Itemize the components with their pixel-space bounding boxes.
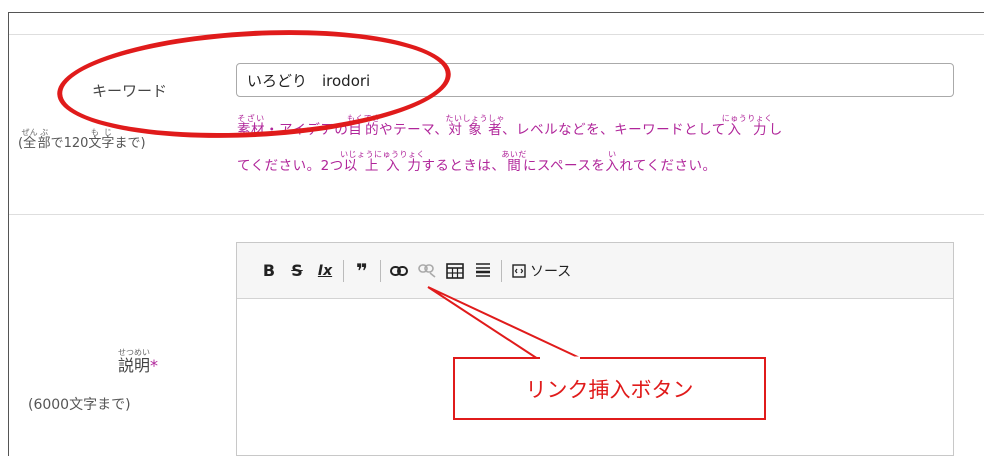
keyword-input[interactable] <box>236 63 954 97</box>
source-button[interactable]: ソース <box>506 261 577 281</box>
rich-text-editor: B S Ix ❞ ソース <box>236 242 954 456</box>
toolbar-separator <box>501 259 502 282</box>
toolbar-separator <box>343 259 344 282</box>
keyword-hint-bu: 部ぶ <box>37 128 51 151</box>
keyword-help-text: 素材そざい・アイデアの目的もくてきやテーマ、対象者たいしょうしゃ、レベルなどを、… <box>237 114 783 174</box>
strikethrough-button[interactable]: S <box>283 257 311 285</box>
keyword-hint-moji: 文字もじ <box>88 128 115 151</box>
link-icon <box>390 265 408 276</box>
callout-box: リンク挿入ボタン <box>453 357 766 420</box>
clear-format-button[interactable]: Ix <box>311 257 339 285</box>
keyword-hint-zen: 全ぜん <box>21 128 38 151</box>
source-icon <box>512 263 526 278</box>
row-divider-top <box>9 34 984 35</box>
horizontal-rule-icon <box>476 262 490 277</box>
unlink-button[interactable] <box>413 257 441 285</box>
link-button[interactable] <box>385 257 413 285</box>
callout-text: リンク挿入ボタン <box>525 377 694 402</box>
editor-toolbar: B S Ix ❞ ソース <box>237 243 953 299</box>
keyword-hint: (全ぜん部ぶで120文字もじまで) <box>18 128 146 151</box>
unlink-icon <box>418 263 436 278</box>
table-icon <box>446 262 464 279</box>
keyword-label: キーワード <box>92 82 168 100</box>
table-button[interactable] <box>441 257 469 285</box>
row-divider-middle <box>9 214 984 215</box>
horizontal-rule-button[interactable] <box>469 257 497 285</box>
toolbar-separator <box>380 259 381 282</box>
description-hint: (6000文字まで) <box>28 397 131 413</box>
required-mark: * <box>150 356 159 375</box>
blockquote-button[interactable]: ❞ <box>348 257 376 285</box>
source-label: ソース <box>530 263 572 280</box>
description-label: 説明せつめい* <box>118 348 159 375</box>
bold-button[interactable]: B <box>255 257 283 285</box>
